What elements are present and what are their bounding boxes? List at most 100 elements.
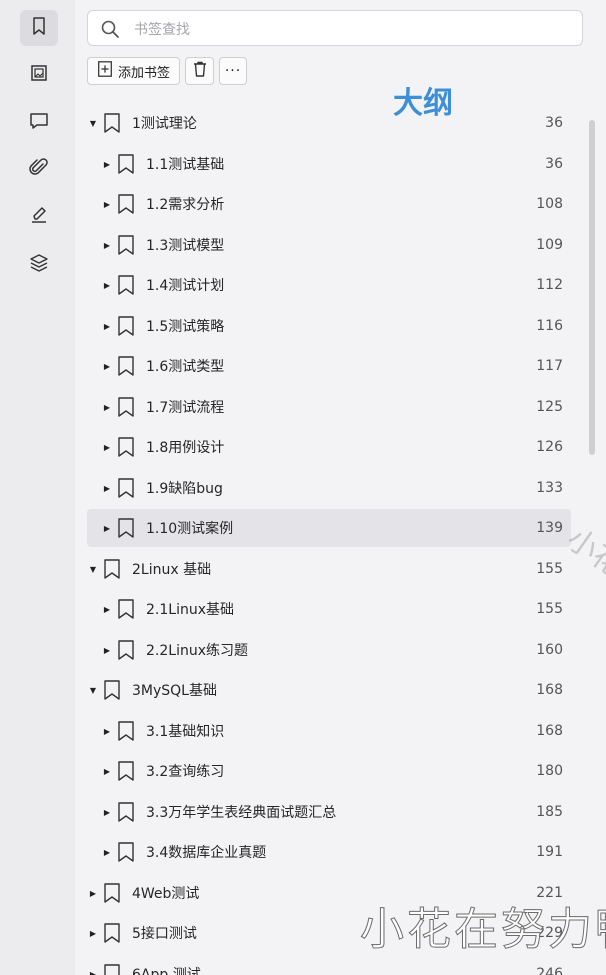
bookmark-row[interactable]: ▶ 2.1Linux基础 155 (87, 590, 571, 628)
bookmark-icon (116, 436, 136, 458)
attachment-icon (28, 157, 50, 183)
bookmark-page-number: 160 (536, 642, 563, 658)
caret-right-icon[interactable]: ▶ (101, 646, 113, 655)
bookmark-title: 3.4数据库企业真题 (146, 845, 267, 861)
bookmark-title: 1.8用例设计 (146, 440, 225, 456)
bookmark-row[interactable]: ▶ 3.1基础知识 168 (87, 712, 571, 750)
bookmark-title: 6App 测试 (132, 967, 201, 975)
bookmark-main: 添加书签 ··· 大纲 ▼1测试理论36▶1.1测试基础36▶1.2需求分析10… (75, 0, 606, 975)
bookmark-icon (116, 396, 136, 418)
bookmark-icon (102, 112, 122, 134)
caret-right-icon[interactable]: ▶ (87, 929, 99, 938)
layers-tab-button[interactable] (20, 247, 58, 283)
caret-right-icon[interactable]: ▶ (101, 767, 113, 776)
signature-tab-button[interactable] (20, 199, 58, 235)
caret-right-icon[interactable]: ▶ (101, 524, 113, 533)
thumbnail-tab-button[interactable] (20, 57, 58, 93)
caret-right-icon[interactable]: ▶ (101, 322, 113, 331)
bookmark-icon (116, 517, 136, 539)
caret-right-icon[interactable]: ▶ (101, 281, 113, 290)
bookmark-icon (102, 679, 122, 701)
bookmark-icon (116, 477, 136, 499)
bookmark-icon (102, 558, 122, 580)
bookmark-title: 1.9缺陷bug (146, 481, 223, 497)
caret-down-icon[interactable]: ▼ (87, 119, 99, 128)
bookmark-icon (116, 760, 136, 782)
caret-right-icon[interactable]: ▶ (101, 808, 113, 817)
bookmark-title: 1.7测试流程 (146, 400, 225, 416)
bookmark-title: 1.3测试模型 (146, 238, 225, 254)
caret-right-icon[interactable]: ▶ (101, 848, 113, 857)
bookmark-page-number: 126 (536, 439, 563, 455)
bookmark-title: 1.5测试策略 (146, 319, 225, 335)
comment-tab-button[interactable] (20, 105, 58, 141)
bookmark-row[interactable]: ▼ 1测试理论 36 (87, 104, 571, 142)
bookmark-row[interactable]: ▶ 1.5测试策略 116 (87, 307, 571, 345)
caret-down-icon[interactable]: ▼ (87, 565, 99, 574)
bookmark-row[interactable]: ▶ 2.2Linux练习题 160 (87, 631, 571, 669)
bookmark-page-number: 36 (545, 115, 563, 131)
bookmark-icon (116, 193, 136, 215)
bookmark-title: 3.2查询练习 (146, 764, 225, 780)
bookmark-row[interactable]: ▶ 3.2查询练习 180 (87, 752, 571, 790)
bookmark-page-number: 109 (536, 237, 563, 253)
bookmark-icon (102, 882, 122, 904)
bookmark-row[interactable]: ▶ 1.8用例设计 126 (87, 428, 571, 466)
scrollbar-thumb[interactable] (589, 120, 595, 455)
bookmark-icon (102, 963, 122, 975)
caret-right-icon[interactable]: ▶ (101, 605, 113, 614)
bookmark-row[interactable]: ▶ 1.4测试计划 112 (87, 266, 571, 304)
bookmark-icon (116, 234, 136, 256)
caret-right-icon[interactable]: ▶ (101, 727, 113, 736)
bookmark-title: 2Linux 基础 (132, 562, 212, 578)
caret-right-icon[interactable]: ▶ (101, 484, 113, 493)
bookmark-row[interactable]: ▼ 3MySQL基础 168 (87, 671, 571, 709)
bookmark-title: 5接口测试 (132, 926, 197, 942)
bookmark-row[interactable]: ▶ 1.1测试基础 36 (87, 145, 571, 183)
layers-icon (28, 252, 50, 278)
caret-right-icon[interactable]: ▶ (87, 889, 99, 898)
image-icon (28, 62, 50, 88)
bookmark-page-number: 133 (536, 480, 563, 496)
bookmark-title: 1.4测试计划 (146, 278, 225, 294)
bookmark-page-number: 155 (536, 561, 563, 577)
bookmark-icon (116, 315, 136, 337)
bookmark-page-number: 125 (536, 399, 563, 415)
caret-right-icon[interactable]: ▶ (101, 403, 113, 412)
caret-right-icon[interactable]: ▶ (101, 160, 113, 169)
caret-right-icon[interactable]: ▶ (101, 443, 113, 452)
bookmark-title: 3.3万年学生表经典面试题汇总 (146, 805, 337, 821)
caret-down-icon[interactable]: ▼ (87, 686, 99, 695)
bookmark-row[interactable]: ▶ 1.2需求分析 108 (87, 185, 571, 223)
bookmark-title: 2.1Linux基础 (146, 602, 234, 618)
bookmark-page-number: 191 (536, 844, 563, 860)
bookmark-icon (102, 922, 122, 944)
caret-right-icon[interactable]: ▶ (101, 200, 113, 209)
bookmark-row[interactable]: ▶ 1.7测试流程 125 (87, 388, 571, 426)
caret-right-icon[interactable]: ▶ (87, 970, 99, 975)
bookmark-page-number: 168 (536, 723, 563, 739)
caret-right-icon[interactable]: ▶ (101, 362, 113, 371)
bookmark-tab-button[interactable] (20, 10, 58, 46)
bookmark-page-number: 246 (536, 966, 563, 975)
bookmark-row[interactable]: ▶ 1.9缺陷bug 133 (87, 469, 571, 507)
bookmark-page-number: 36 (545, 156, 563, 172)
caret-right-icon[interactable]: ▶ (101, 241, 113, 250)
bookmark-row[interactable]: ▶ 6App 测试 246 (87, 955, 571, 975)
bookmark-row[interactable]: ▼ 2Linux 基础 155 (87, 550, 571, 588)
bookmark-row[interactable]: ▶ 1.3测试模型 109 (87, 226, 571, 264)
bookmark-row[interactable]: ▶ 3.3万年学生表经典面试题汇总 185 (87, 793, 571, 831)
bookmark-icon (116, 153, 136, 175)
bookmark-row[interactable]: ▶ 3.4数据库企业真题 191 (87, 833, 571, 871)
bookmark-icon (116, 720, 136, 742)
bookmark-row[interactable]: ▶ 1.10测试案例 139 (87, 509, 571, 547)
bookmark-page-number: 168 (536, 682, 563, 698)
bookmark-page-number: 155 (536, 601, 563, 617)
watermark-bottom: 小花在努力鸭 (360, 904, 606, 956)
bookmark-icon (116, 639, 136, 661)
attachment-tab-button[interactable] (20, 152, 58, 188)
bookmark-page-number: 117 (536, 358, 563, 374)
bookmark-title: 4Web测试 (132, 886, 200, 902)
bookmark-row[interactable]: ▶ 1.6测试类型 117 (87, 347, 571, 385)
bookmark-title: 1.2需求分析 (146, 197, 225, 213)
